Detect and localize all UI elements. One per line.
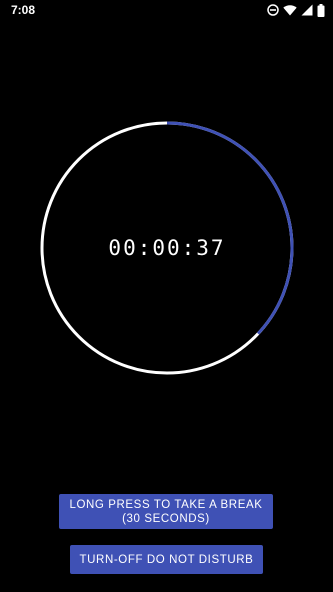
take-break-button[interactable]: LONG PRESS TO TAKE A BREAK (30 SECONDS) bbox=[59, 494, 273, 529]
status-icons bbox=[267, 3, 325, 17]
cellular-signal-icon bbox=[301, 4, 313, 16]
turn-off-dnd-button[interactable]: TURN-OFF DO NOT DISTURB bbox=[70, 545, 263, 574]
timer-ring: 00:00:37 bbox=[39, 120, 295, 376]
timer-display: 00:00:37 bbox=[108, 236, 226, 260]
do-not-disturb-icon bbox=[267, 4, 279, 16]
status-time: 7:08 bbox=[11, 3, 36, 17]
wifi-icon bbox=[283, 4, 297, 16]
battery-icon bbox=[317, 3, 325, 17]
status-bar: 7:08 bbox=[0, 0, 333, 22]
